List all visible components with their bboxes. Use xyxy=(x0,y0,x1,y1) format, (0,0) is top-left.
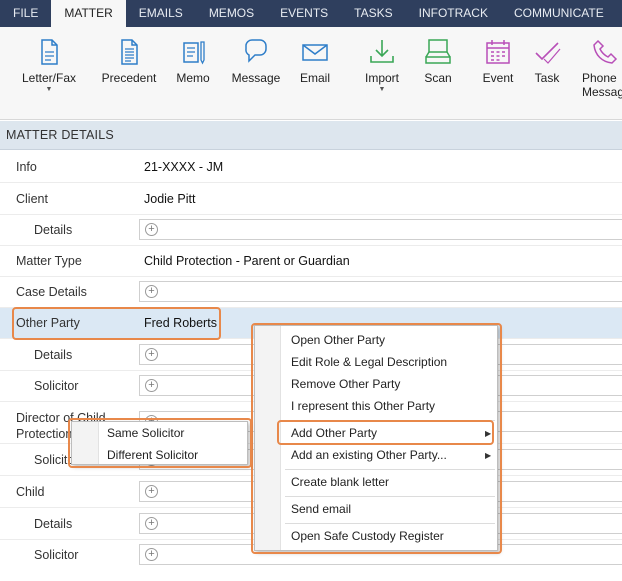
other-party-solicitor-label: Solicitor xyxy=(34,379,79,393)
task-button[interactable]: Task xyxy=(531,37,563,85)
precedent-icon xyxy=(121,39,138,65)
task-label: Task xyxy=(534,71,560,85)
info-row: Info 21-XXXX - JM xyxy=(0,152,622,183)
client-label: Client xyxy=(16,192,48,206)
info-label: Info xyxy=(16,160,37,174)
tab-memos[interactable]: MEMOS xyxy=(196,0,267,27)
tab-file[interactable]: FILE xyxy=(0,0,51,27)
phone-message-button[interactable]: Phone Message xyxy=(582,37,622,99)
add-other-party-highlight xyxy=(277,420,494,445)
client-value[interactable]: Jodie Pitt xyxy=(144,192,195,206)
case-details-field[interactable]: + xyxy=(139,281,622,302)
tab-events[interactable]: EVENTS xyxy=(267,0,341,27)
event-label: Event xyxy=(482,71,514,85)
calendar-icon xyxy=(486,40,510,64)
memo-label: Memo xyxy=(176,71,210,85)
add-icon[interactable]: + xyxy=(145,485,158,498)
tab-au[interactable]: AU xyxy=(617,0,622,27)
menu-tab-bar: FILE MATTER EMAILS MEMOS EVENTS TASKS IN… xyxy=(0,0,622,27)
chevron-down-icon: ▼ xyxy=(45,86,53,93)
memo-icon xyxy=(183,41,205,65)
child-solicitor-label: Solicitor xyxy=(34,548,79,562)
child-details-label: Details xyxy=(34,517,73,531)
director-label-line2: Protection xyxy=(16,427,73,441)
message-label: Message xyxy=(231,71,281,85)
add-icon[interactable]: + xyxy=(145,517,158,530)
tab-matter[interactable]: MATTER xyxy=(51,0,126,27)
message-button[interactable]: Message xyxy=(229,37,283,85)
letter-fax-label: Letter/Fax xyxy=(21,71,77,85)
matter-type-row: Matter Type Child Protection - Parent or… xyxy=(0,246,622,277)
import-icon xyxy=(370,40,394,63)
phone-message-label: Phone Message xyxy=(582,71,622,99)
memo-button[interactable]: Memo xyxy=(172,37,214,85)
event-button[interactable]: Event xyxy=(480,37,516,85)
add-icon[interactable]: + xyxy=(145,548,158,561)
add-icon[interactable]: + xyxy=(145,348,158,361)
matter-type-label: Matter Type xyxy=(16,254,82,268)
client-details-label: Details xyxy=(34,223,73,237)
tab-infotrack[interactable]: INFOTRACK xyxy=(406,0,501,27)
add-icon[interactable]: + xyxy=(145,223,158,236)
letter-fax-button[interactable]: Letter/Fax ▼ xyxy=(20,37,78,94)
tab-emails[interactable]: EMAILS xyxy=(126,0,196,27)
add-icon[interactable]: + xyxy=(145,285,158,298)
client-row: Client Jodie Pitt xyxy=(0,184,622,215)
email-button[interactable]: Email xyxy=(296,37,334,85)
scan-icon xyxy=(425,39,451,64)
email-icon xyxy=(302,44,328,61)
letter-icon xyxy=(41,39,58,65)
tab-tasks[interactable]: TASKS xyxy=(341,0,405,27)
tab-communicate[interactable]: COMMUNICATE xyxy=(501,0,617,27)
child-label: Child xyxy=(16,485,45,499)
matter-type-value: Child Protection - Parent or Guardian xyxy=(144,254,350,268)
submenu-highlight xyxy=(68,418,252,468)
case-details-row: Case Details + xyxy=(0,277,622,308)
client-details-row: Details + xyxy=(0,215,622,246)
client-details-field[interactable]: + xyxy=(139,219,622,240)
task-icon xyxy=(535,42,561,64)
chevron-down-icon: ▼ xyxy=(378,86,386,93)
matter-details-header: MATTER DETAILS xyxy=(0,121,622,150)
import-label: Import xyxy=(364,71,399,85)
precedent-button[interactable]: Precedent xyxy=(98,37,160,85)
precedent-label: Precedent xyxy=(101,71,157,85)
case-details-label: Case Details xyxy=(16,285,87,299)
email-label: Email xyxy=(299,71,330,85)
section-title: MATTER DETAILS xyxy=(6,128,114,142)
message-icon xyxy=(245,39,267,63)
ribbon-toolbar: Letter/Fax ▼ Precedent Memo Message Emai… xyxy=(0,27,622,120)
scan-label: Scan xyxy=(424,71,452,85)
phone-icon xyxy=(593,39,618,64)
other-party-highlight xyxy=(12,307,221,340)
info-value: 21-XXXX - JM xyxy=(144,160,224,174)
scan-button[interactable]: Scan xyxy=(421,37,455,85)
import-button[interactable]: Import ▼ xyxy=(360,37,404,94)
other-party-details-label: Details xyxy=(34,348,73,362)
add-icon[interactable]: + xyxy=(145,379,158,392)
